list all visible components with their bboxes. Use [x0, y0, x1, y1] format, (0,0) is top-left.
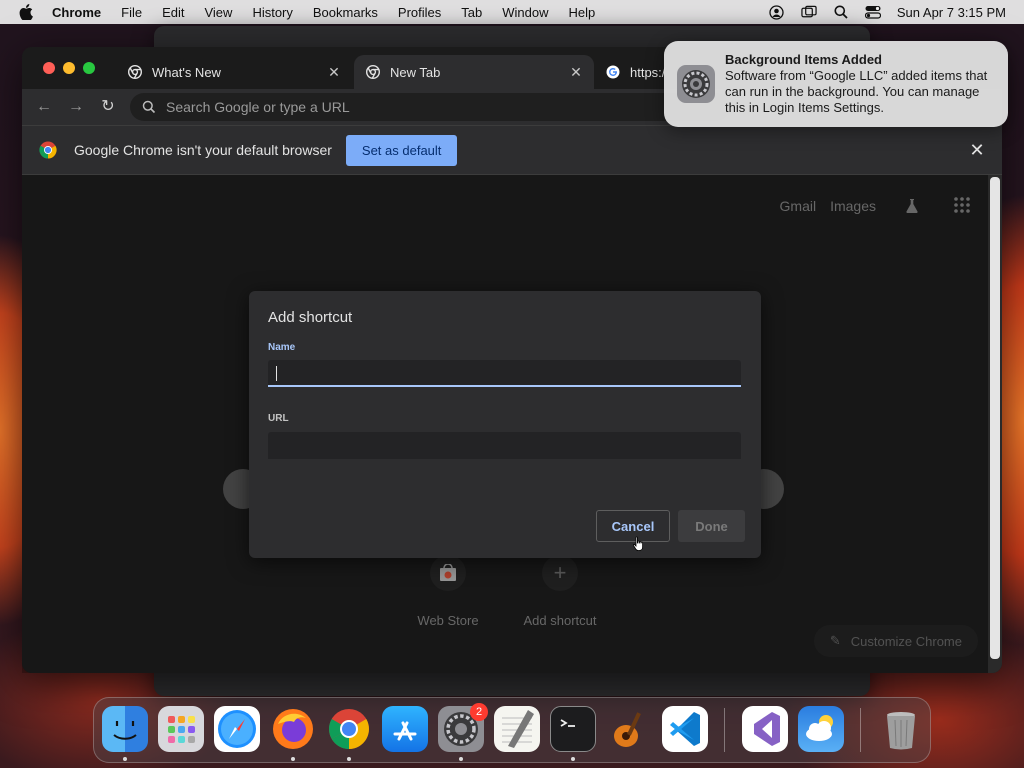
- notification-title: Background Items Added: [725, 52, 882, 67]
- scrollbar-thumb[interactable]: [990, 177, 1000, 659]
- firefox-running-indicator: [291, 757, 295, 761]
- screen-mirroring-icon[interactable]: [801, 4, 817, 20]
- text-caret: [276, 366, 277, 381]
- safari-icon[interactable]: [214, 706, 260, 752]
- tab-label: What's New: [152, 64, 221, 80]
- done-button[interactable]: Done: [678, 510, 745, 542]
- dock-separator: [860, 708, 861, 752]
- address-bar-placeholder: Search Google or type a URL: [166, 99, 350, 115]
- firefox-icon[interactable]: [270, 706, 316, 752]
- menu-window[interactable]: Window: [502, 5, 548, 20]
- trash-icon[interactable]: [878, 706, 924, 752]
- vscode-icon[interactable]: [662, 706, 708, 752]
- infobar-message: Google Chrome isn't your default browser: [74, 142, 332, 158]
- infobar-close-icon[interactable]: ✕: [968, 141, 986, 159]
- textedit-icon[interactable]: [494, 706, 540, 752]
- terminal-icon[interactable]: [550, 706, 596, 752]
- tab-google[interactable]: https:/: [594, 55, 674, 89]
- name-input[interactable]: [268, 360, 741, 387]
- settings-running-indicator: [459, 757, 463, 761]
- tab-whats-new[interactable]: What's New ✕: [116, 55, 352, 89]
- apple-icon[interactable]: [18, 4, 34, 20]
- chrome-dock-icon[interactable]: [326, 706, 372, 752]
- menubar-clock[interactable]: Sun Apr 7 3:15 PM: [897, 5, 1006, 20]
- tab-new-tab[interactable]: New Tab ✕: [354, 55, 594, 89]
- scrollbar-track: [988, 175, 1002, 673]
- back-arrow-icon[interactable]: ←: [34, 97, 54, 117]
- menu-bar: Chrome File Edit View History Bookmarks …: [0, 0, 1024, 24]
- visual-studio-icon[interactable]: [742, 706, 788, 752]
- chrome-logo-icon: [39, 141, 57, 159]
- dialog-title: Add shortcut: [268, 309, 353, 326]
- address-bar[interactable]: Search Google or type a URL: [130, 93, 730, 121]
- set-as-default-button[interactable]: Set as default: [345, 134, 458, 166]
- hand-pointer-cursor-icon: [633, 536, 643, 551]
- menu-edit[interactable]: Edit: [162, 5, 184, 20]
- finder-icon[interactable]: [102, 706, 148, 752]
- dock: 2: [93, 697, 931, 763]
- name-field-label: Name: [268, 342, 296, 353]
- tab-label: New Tab: [390, 64, 441, 80]
- tab-label: https:/: [630, 64, 666, 80]
- launchpad-icon[interactable]: [158, 706, 204, 752]
- url-field-label: URL: [268, 413, 289, 424]
- dock-separator: [724, 708, 725, 752]
- settings-notification-badge: 2: [470, 703, 488, 721]
- menu-app-name[interactable]: Chrome: [52, 5, 101, 20]
- garageband-icon[interactable]: [606, 706, 652, 752]
- control-center-icon[interactable]: [864, 4, 881, 20]
- url-input[interactable]: [268, 432, 741, 459]
- menu-help[interactable]: Help: [569, 5, 596, 20]
- menu-file[interactable]: File: [121, 5, 142, 20]
- menu-view[interactable]: View: [204, 5, 232, 20]
- zoom-window-button[interactable]: [83, 62, 95, 74]
- default-browser-infobar: Google Chrome isn't your default browser…: [22, 125, 1002, 175]
- chrome-running-indicator: [347, 757, 351, 761]
- system-settings-gear-icon: [677, 65, 715, 103]
- reload-icon[interactable]: ↻: [98, 97, 118, 117]
- search-icon: [142, 100, 156, 114]
- chrome-icon: [366, 65, 380, 79]
- menu-bookmarks[interactable]: Bookmarks: [313, 5, 378, 20]
- terminal-running-indicator: [571, 757, 575, 761]
- weather-icon[interactable]: [798, 706, 844, 752]
- close-window-button[interactable]: [43, 62, 55, 74]
- background-items-notification[interactable]: Background Items Added Software from “Go…: [664, 41, 1008, 127]
- google-icon: [606, 65, 620, 79]
- user-account-icon[interactable]: [769, 4, 785, 20]
- menu-tab[interactable]: Tab: [461, 5, 482, 20]
- tab-close-icon[interactable]: ✕: [326, 64, 342, 80]
- chrome-icon: [128, 65, 142, 79]
- tab-close-icon[interactable]: ✕: [568, 64, 584, 80]
- app-store-icon[interactable]: [382, 706, 428, 752]
- add-shortcut-dialog: Add shortcut Name URL Cancel Done: [249, 291, 761, 558]
- finder-running-indicator: [123, 757, 127, 761]
- menu-profiles[interactable]: Profiles: [398, 5, 441, 20]
- forward-arrow-icon[interactable]: →: [66, 97, 86, 117]
- spotlight-search-icon[interactable]: [833, 4, 849, 20]
- minimize-window-button[interactable]: [63, 62, 75, 74]
- menu-history[interactable]: History: [252, 5, 292, 20]
- notification-body: Software from “Google LLC” added items t…: [725, 68, 988, 115]
